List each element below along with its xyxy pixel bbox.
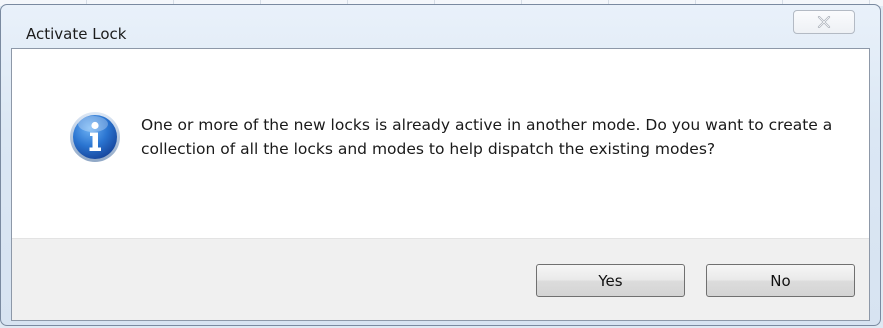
yes-button[interactable]: Yes: [536, 264, 685, 297]
message-area: One or more of the new locks is already …: [12, 49, 869, 238]
info-icon: [70, 112, 120, 162]
close-button[interactable]: [793, 10, 855, 34]
dialog-title: Activate Lock: [26, 25, 127, 43]
dialog-client-area: One or more of the new locks is already …: [11, 48, 870, 321]
no-button[interactable]: No: [706, 264, 855, 297]
button-area: Yes No: [12, 238, 869, 320]
close-icon: [817, 16, 831, 28]
title-bar[interactable]: Activate Lock: [1, 5, 880, 43]
dialog-message: One or more of the new locks is already …: [141, 116, 833, 158]
activate-lock-dialog: Activate Lock One or more of the new loc…: [0, 4, 881, 326]
